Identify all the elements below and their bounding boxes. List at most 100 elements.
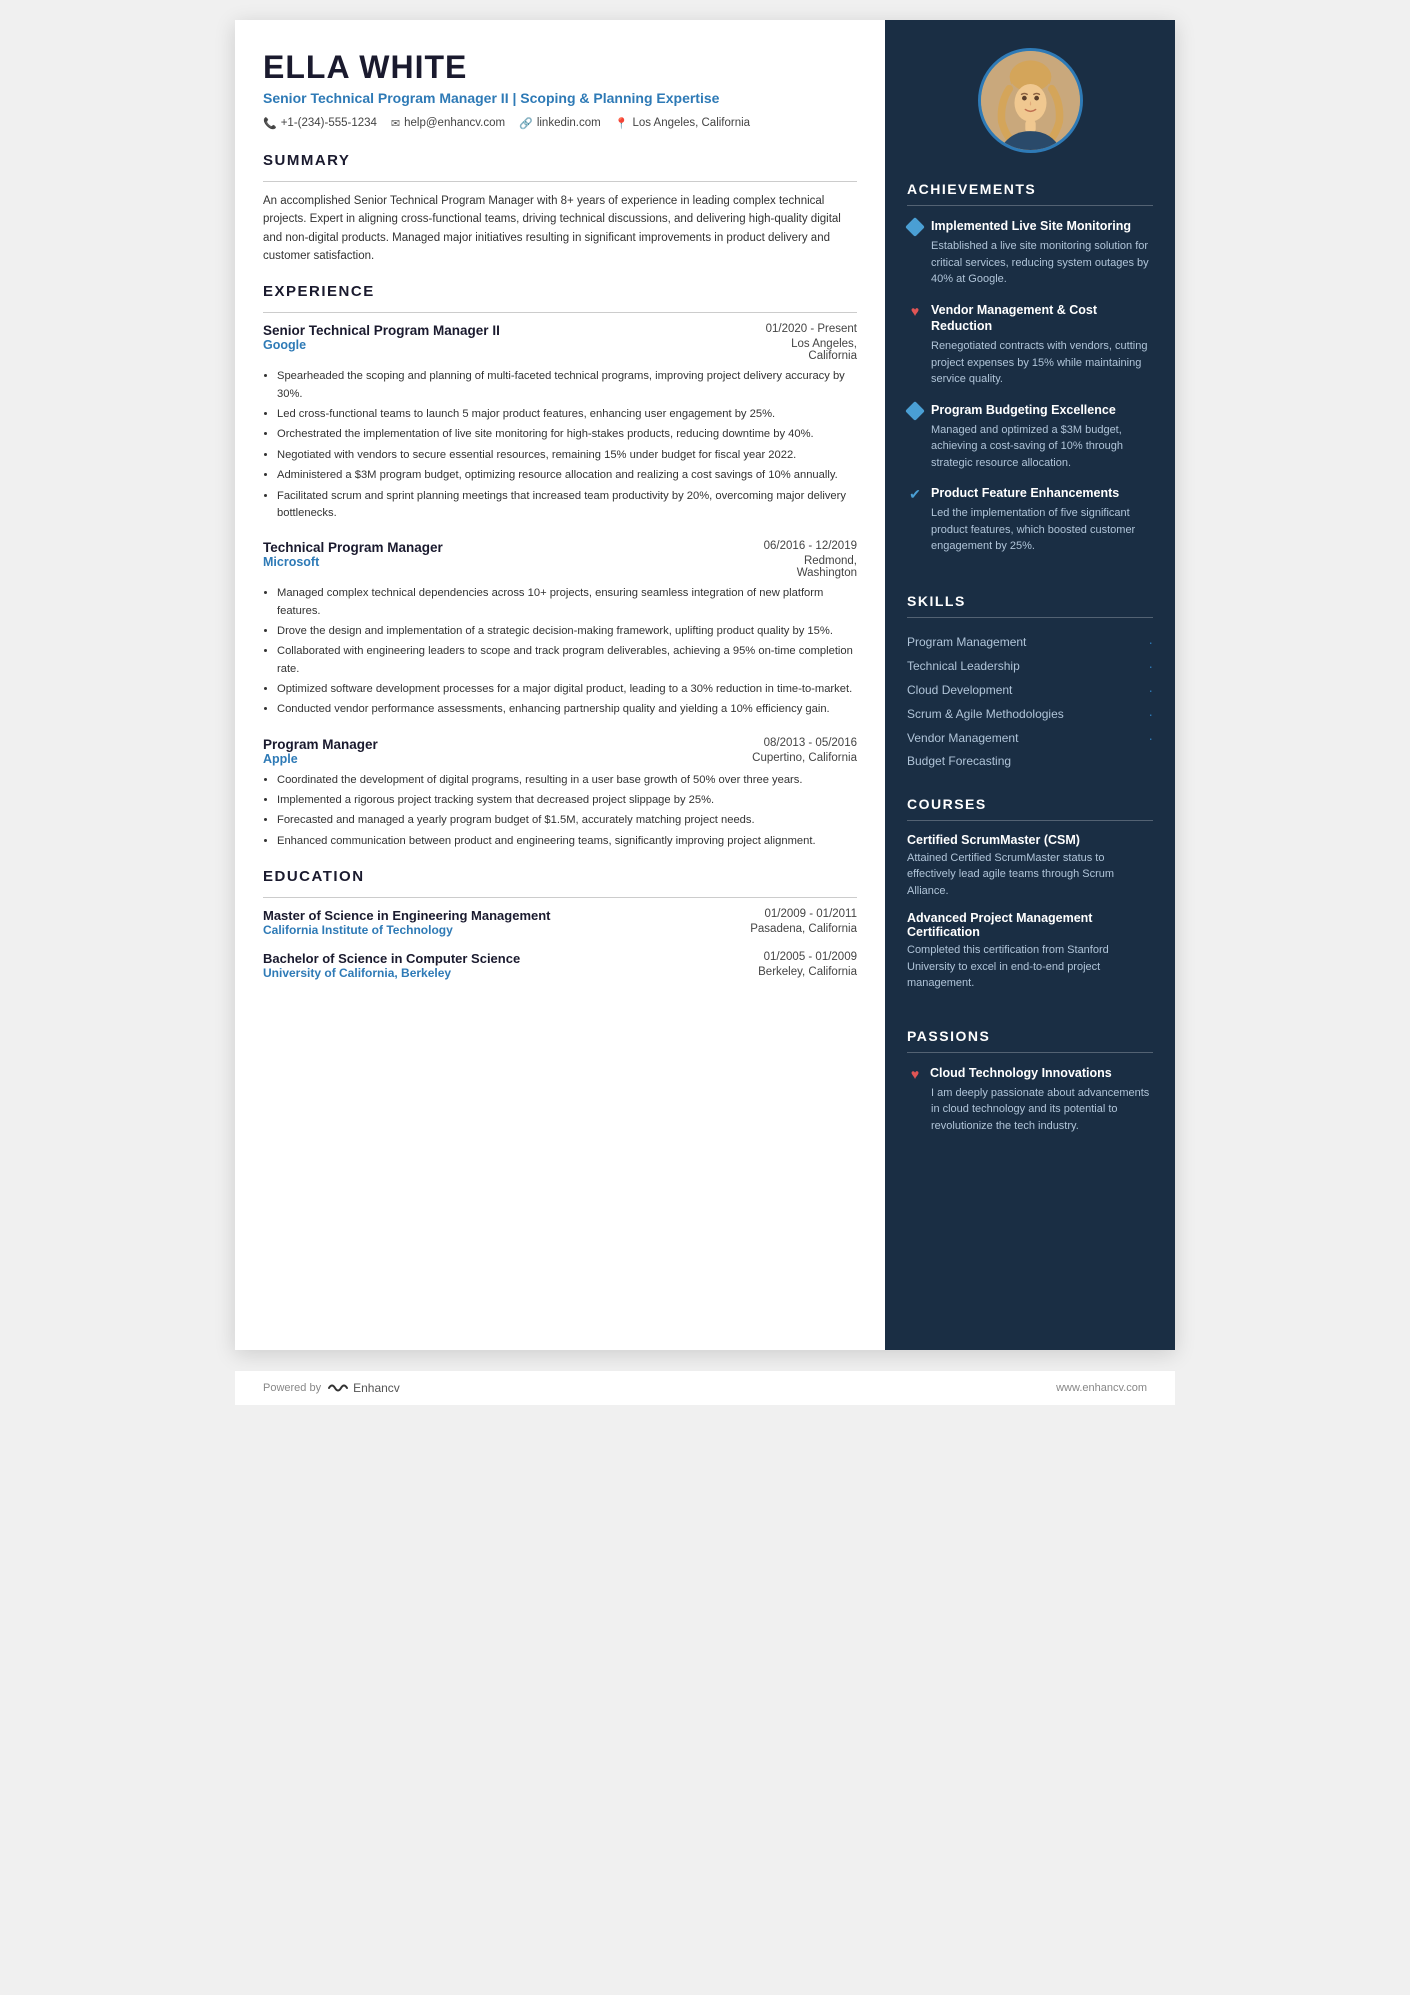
edu-dates-ucb: 01/2005 - 01/2009 <box>764 951 857 966</box>
header-section: ELLA WHITE Senior Technical Program Mana… <box>263 50 857 130</box>
skill-cloud-dev: Cloud Development · <box>907 678 1153 702</box>
courses-divider <box>907 820 1153 821</box>
passion-cloud-title: Cloud Technology Innovations <box>930 1066 1112 1080</box>
exp-header-microsoft: Technical Program Manager 06/2016 - 12/2… <box>263 540 857 555</box>
left-column: ELLA WHITE Senior Technical Program Mana… <box>235 20 885 1350</box>
achievement-product-header: ✔ Product Feature Enhancements <box>907 485 1153 502</box>
company-row-microsoft: Microsoft Redmond,Washington <box>263 555 857 579</box>
passion-cloud-header: ♥ Cloud Technology Innovations <box>907 1065 1153 1082</box>
bullet-list-apple: Coordinated the development of digital p… <box>263 772 857 850</box>
edu-degree-ucb: Bachelor of Science in Computer Science <box>263 951 520 966</box>
achievements-section: ACHIEVEMENTS Implemented Live Site Monit… <box>885 173 1175 585</box>
edu-entry-ucb: Bachelor of Science in Computer Science … <box>263 951 857 980</box>
experience-divider <box>263 312 857 313</box>
phone-number: +1-(234)-555-1234 <box>281 117 377 129</box>
website-url: linkedin.com <box>537 117 601 129</box>
achievement-budget: Program Budgeting Excellence Managed and… <box>907 402 1153 472</box>
summary-section: SUMMARY An accomplished Senior Technical… <box>263 152 857 266</box>
edu-location-caltech: Pasadena, California <box>750 923 857 937</box>
skill-dot-1: · <box>1148 634 1153 650</box>
education-section: EDUCATION Master of Science in Engineeri… <box>263 868 857 980</box>
edu-school-ucb: University of California, Berkeley <box>263 966 451 980</box>
achievement-monitoring-desc: Established a live site monitoring solut… <box>907 238 1153 288</box>
location-text: Los Angeles, California <box>632 117 750 129</box>
bullet-list-google: Spearheaded the scoping and planning of … <box>263 368 857 522</box>
bullet-google-1: Spearheaded the scoping and planning of … <box>277 368 857 403</box>
skill-dot-3: · <box>1148 682 1153 698</box>
passions-divider <box>907 1052 1153 1053</box>
achievement-product-desc: Led the implementation of five significa… <box>907 505 1153 555</box>
bullet-apple-1: Coordinated the development of digital p… <box>277 772 857 789</box>
email-item: ✉ help@enhancv.com <box>391 117 505 130</box>
email-icon: ✉ <box>391 117 400 130</box>
bullet-ms-1: Managed complex technical dependencies a… <box>277 585 857 620</box>
bullet-google-6: Facilitated scrum and sprint planning me… <box>277 488 857 523</box>
skill-dot-5: · <box>1148 730 1153 746</box>
achievement-product-title: Product Feature Enhancements <box>931 485 1119 502</box>
footer: Powered by Enhancv www.enhancv.com <box>235 1370 1175 1405</box>
course-pmp-desc: Completed this certification from Stanfo… <box>907 942 1153 992</box>
link-icon: 🔗 <box>519 117 533 130</box>
bullet-ms-5: Conducted vendor performance assessments… <box>277 701 857 718</box>
contact-info: 📞 +1-(234)-555-1234 ✉ help@enhancv.com 🔗… <box>263 117 857 130</box>
footer-website: www.enhancv.com <box>1056 1382 1147 1394</box>
bullet-apple-4: Enhanced communication between product a… <box>277 833 857 850</box>
bullet-ms-3: Collaborated with engineering leaders to… <box>277 643 857 678</box>
skill-budget: Budget Forecasting <box>907 750 1153 772</box>
edu-header-caltech: Master of Science in Engineering Managem… <box>263 908 857 923</box>
bullet-google-2: Led cross-functional teams to launch 5 m… <box>277 406 857 423</box>
diamond-icon-1 <box>907 219 923 235</box>
heart-icon-2: ♥ <box>907 1066 923 1082</box>
achievement-vendor-header: ♥ Vendor Management & Cost Reduction <box>907 302 1153 336</box>
job-location-apple: Cupertino, California <box>752 752 857 766</box>
bullet-google-5: Administered a $3M program budget, optim… <box>277 467 857 484</box>
company-name-google: Google <box>263 338 306 362</box>
skill-label-3: Cloud Development <box>907 683 1012 697</box>
edu-row2-ucb: University of California, Berkeley Berke… <box>263 966 857 980</box>
skill-label-5: Vendor Management <box>907 731 1018 745</box>
achievement-budget-header: Program Budgeting Excellence <box>907 402 1153 419</box>
candidate-name: ELLA WHITE <box>263 50 857 85</box>
skills-divider <box>907 617 1153 618</box>
edu-school-caltech: California Institute of Technology <box>263 923 453 937</box>
edu-entry-caltech: Master of Science in Engineering Managem… <box>263 908 857 937</box>
bullet-apple-3: Forecasted and managed a yearly program … <box>277 812 857 829</box>
candidate-title: Senior Technical Program Manager II | Sc… <box>263 89 857 109</box>
avatar-image <box>981 51 1080 150</box>
courses-title: COURSES <box>907 796 1153 812</box>
exp-entry-apple: Program Manager 08/2013 - 05/2016 Apple … <box>263 737 857 850</box>
achievement-vendor: ♥ Vendor Management & Cost Reduction Ren… <box>907 302 1153 388</box>
enhancv-brand-name: Enhancv <box>353 1381 400 1395</box>
enhancv-logo-icon <box>327 1381 349 1395</box>
edu-row2-caltech: California Institute of Technology Pasad… <box>263 923 857 937</box>
phone-icon: 📞 <box>263 117 277 130</box>
achievement-monitoring: Implemented Live Site Monitoring Establi… <box>907 218 1153 288</box>
footer-brand: Powered by Enhancv <box>263 1381 400 1395</box>
education-title: EDUCATION <box>263 868 857 885</box>
heart-icon-1: ♥ <box>907 303 923 319</box>
company-row-google: Google Los Angeles,California <box>263 338 857 362</box>
location-icon: 📍 <box>615 117 629 130</box>
passions-section: PASSIONS ♥ Cloud Technology Innovations … <box>885 1020 1175 1161</box>
phone-item: 📞 +1-(234)-555-1234 <box>263 117 377 130</box>
photo-section <box>885 20 1175 173</box>
email-address: help@enhancv.com <box>404 117 505 129</box>
skill-tech-leadership: Technical Leadership· <box>907 654 1153 678</box>
passions-title: PASSIONS <box>907 1028 1153 1044</box>
skills-section: SKILLS Program Management · Technical Lea… <box>885 585 1175 788</box>
bullet-ms-4: Optimized software development processes… <box>277 681 857 698</box>
company-name-apple: Apple <box>263 752 298 766</box>
education-divider <box>263 897 857 898</box>
summary-title: SUMMARY <box>263 152 857 169</box>
achievement-budget-title: Program Budgeting Excellence <box>931 402 1116 419</box>
job-title-apple: Program Manager <box>263 737 378 752</box>
course-pmp-title: Advanced Project Management Certificatio… <box>907 911 1153 939</box>
bullet-list-microsoft: Managed complex technical dependencies a… <box>263 585 857 719</box>
course-scrum-desc: Attained Certified ScrumMaster status to… <box>907 850 1153 900</box>
skill-label-1: Program Management <box>907 635 1026 649</box>
skills-title: SKILLS <box>907 593 1153 609</box>
job-title-google: Senior Technical Program Manager II <box>263 323 500 338</box>
achievements-divider <box>907 205 1153 206</box>
powered-by-text: Powered by <box>263 1382 321 1394</box>
courses-section: COURSES Certified ScrumMaster (CSM) Atta… <box>885 788 1175 1020</box>
